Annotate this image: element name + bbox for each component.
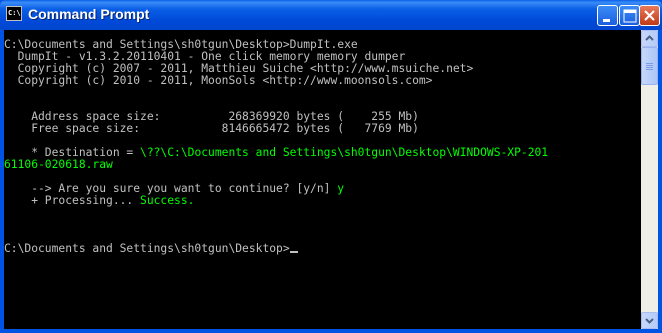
text-cursor [289, 251, 298, 253]
maximize-button[interactable] [619, 5, 640, 26]
minimize-icon [603, 19, 610, 22]
window-border-bottom [0, 329, 662, 333]
arrow-up-icon [645, 35, 654, 41]
console-output[interactable]: C:\Documents and Settings\sh0tgun\Deskto… [4, 30, 641, 329]
title-bar[interactable]: C:\ Command Prompt [0, 0, 662, 30]
command-prompt: C:\Documents and Settings\sh0tgun\Deskto… [4, 242, 290, 255]
prompt-line[interactable]: C:\Documents and Settings\sh0tgun\Deskto… [4, 243, 548, 255]
console-line: Copyright (c) 2010 - 2011, MoonSols <htt… [4, 74, 433, 87]
maximize-icon [623, 9, 637, 23]
console-icon[interactable]: C:\ [6, 6, 22, 21]
close-icon [644, 10, 655, 21]
grip-line [646, 63, 653, 64]
grip-line [646, 69, 653, 70]
arrow-down-icon [645, 318, 654, 324]
destination-path-continued: 61106-020618.raw [4, 158, 113, 171]
window-title: Command Prompt [28, 6, 150, 22]
minimize-button[interactable] [597, 5, 618, 26]
status-text: Success. [140, 194, 195, 207]
console-line: Free space size: 8146665472 bytes ( 7769… [4, 122, 419, 135]
command-prompt-window: C:\ Command Prompt C:\Documents and Sett… [0, 0, 662, 333]
confirm-answer: y [337, 182, 345, 195]
scroll-thumb[interactable] [641, 47, 658, 85]
processing-label: + Processing... [4, 194, 141, 207]
grip-line [646, 67, 653, 68]
vertical-scrollbar[interactable] [641, 30, 658, 329]
scroll-up-button[interactable] [641, 30, 658, 47]
close-button[interactable] [639, 5, 660, 26]
grip-line [646, 65, 653, 66]
destination-path: \??\C:\Documents and Settings\sh0tgun\De… [140, 146, 549, 159]
processing-line: + Processing... Success. [4, 195, 548, 207]
scroll-down-button[interactable] [641, 312, 658, 329]
